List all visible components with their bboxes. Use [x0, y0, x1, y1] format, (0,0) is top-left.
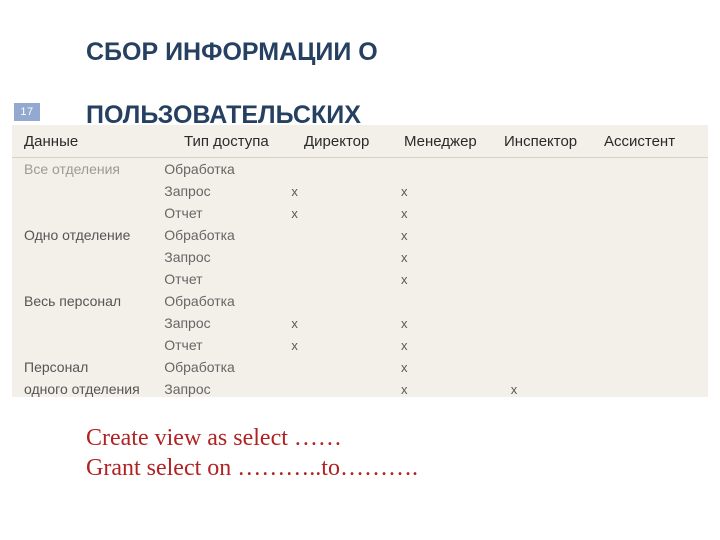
cell-access: Обработка — [164, 293, 269, 309]
cell-access: Обработка — [164, 161, 269, 177]
table-row: Весь персонал Обработка — [12, 290, 708, 312]
cell-mgr: x — [379, 184, 489, 199]
table-row: Запрос x — [12, 246, 708, 268]
table-row: одного отделения Запрос x x — [12, 378, 708, 400]
page-number-badge: 17 — [14, 103, 40, 121]
slide: СБОР ИНФОРМАЦИИ О ПОЛЬЗОВАТЕЛЬСКИХ ПРЕДС… — [0, 0, 720, 540]
cell-mgr: x — [379, 382, 489, 397]
col-assistant: Ассистент — [604, 133, 704, 150]
table-header-row: Данные Тип доступа Директор Менеджер Инс… — [12, 125, 708, 158]
cell-insp: x — [489, 382, 599, 397]
table-row: Запрос x x — [12, 312, 708, 334]
cell-access: Отчет — [164, 205, 269, 221]
cell-mgr: x — [379, 272, 489, 287]
table-row: Отчет x x — [12, 202, 708, 224]
col-inspector: Инспектор — [504, 133, 604, 150]
access-table: Данные Тип доступа Директор Менеджер Инс… — [12, 125, 708, 397]
col-director: Директор — [304, 133, 404, 150]
cell-access: Запрос — [164, 249, 269, 265]
cell-data: одного отделения — [12, 381, 164, 397]
sql-statements: Create view as select …… Grant select on… — [86, 423, 418, 483]
cell-access: Обработка — [164, 227, 269, 243]
col-manager: Менеджер — [404, 133, 504, 150]
table-row: Отчет x — [12, 268, 708, 290]
cell-access: Отчет — [164, 337, 269, 353]
cell-mgr: x — [379, 228, 489, 243]
cell-dir: x — [269, 184, 379, 199]
cell-dir: x — [269, 206, 379, 221]
cell-mgr: x — [379, 360, 489, 375]
col-access: Тип доступа — [184, 133, 304, 150]
sql-line-1: Create view as select …… — [86, 423, 418, 453]
cell-access: Запрос — [164, 381, 269, 397]
cell-data: Персонал — [12, 359, 164, 375]
title-line-1: СБОР ИНФОРМАЦИИ О — [86, 38, 378, 66]
sql-line-2: Grant select on ………..to………. — [86, 453, 418, 483]
cell-dir: x — [269, 316, 379, 331]
table-row: Все отделения Обработка — [12, 158, 708, 180]
cell-dir: x — [269, 338, 379, 353]
table-row: Отчет x x — [12, 334, 708, 356]
table-row: Запрос x x — [12, 180, 708, 202]
cell-data: Одно отделение — [12, 227, 164, 243]
cell-mgr: x — [379, 206, 489, 221]
col-data: Данные — [12, 133, 184, 150]
cell-access: Запрос — [164, 315, 269, 331]
cell-access: Обработка — [164, 359, 269, 375]
cell-mgr: x — [379, 338, 489, 353]
table-row: Персонал Обработка x — [12, 356, 708, 378]
cell-data: Все отделения — [12, 161, 164, 177]
cell-data: Весь персонал — [12, 293, 164, 309]
table-row: Одно отделение Обработка x — [12, 224, 708, 246]
cell-mgr: x — [379, 316, 489, 331]
cell-access: Отчет — [164, 271, 269, 287]
cell-mgr: x — [379, 250, 489, 265]
cell-access: Запрос — [164, 183, 269, 199]
